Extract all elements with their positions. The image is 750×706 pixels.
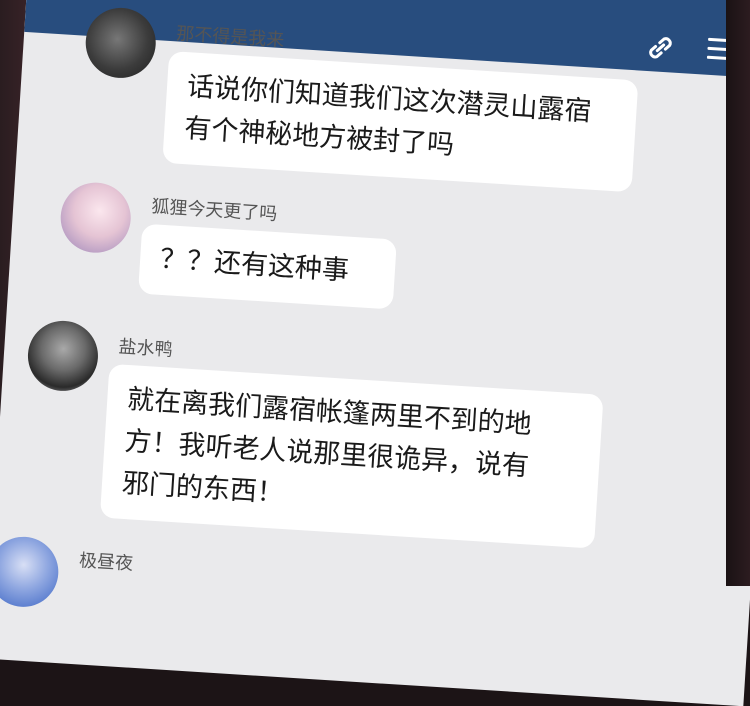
link-icon[interactable] — [644, 31, 678, 65]
message-bubble[interactable]: 就在离我们露宿帐篷两里不到的地 方！我听老人说那里很诡异，说有 邪门的东西！ — [99, 363, 604, 549]
message-bubble[interactable]: ？？还有这种事 — [138, 223, 397, 310]
sender-name: 那不得是我来 — [175, 23, 285, 52]
message-line: ？？还有这种事 — [159, 243, 350, 287]
avatar[interactable] — [58, 180, 133, 255]
avatar[interactable] — [0, 534, 61, 609]
sender-name: 极昼夜 — [78, 550, 134, 575]
sender-name: 盐水鸭 — [117, 336, 174, 361]
avatar[interactable] — [25, 318, 101, 394]
phone-frame-edge — [726, 0, 750, 586]
message-bubble[interactable]: 话说你们知道我们这次潜灵山露宿 有个神秘地方被封了吗 — [162, 50, 639, 193]
chat-screen: 那不得是我来 话说你们知道我们这次潜灵山露宿 有个神秘地方被封了吗 狐狸今天更了… — [0, 0, 750, 706]
sender-name: 狐狸今天更了吗 — [150, 196, 278, 226]
